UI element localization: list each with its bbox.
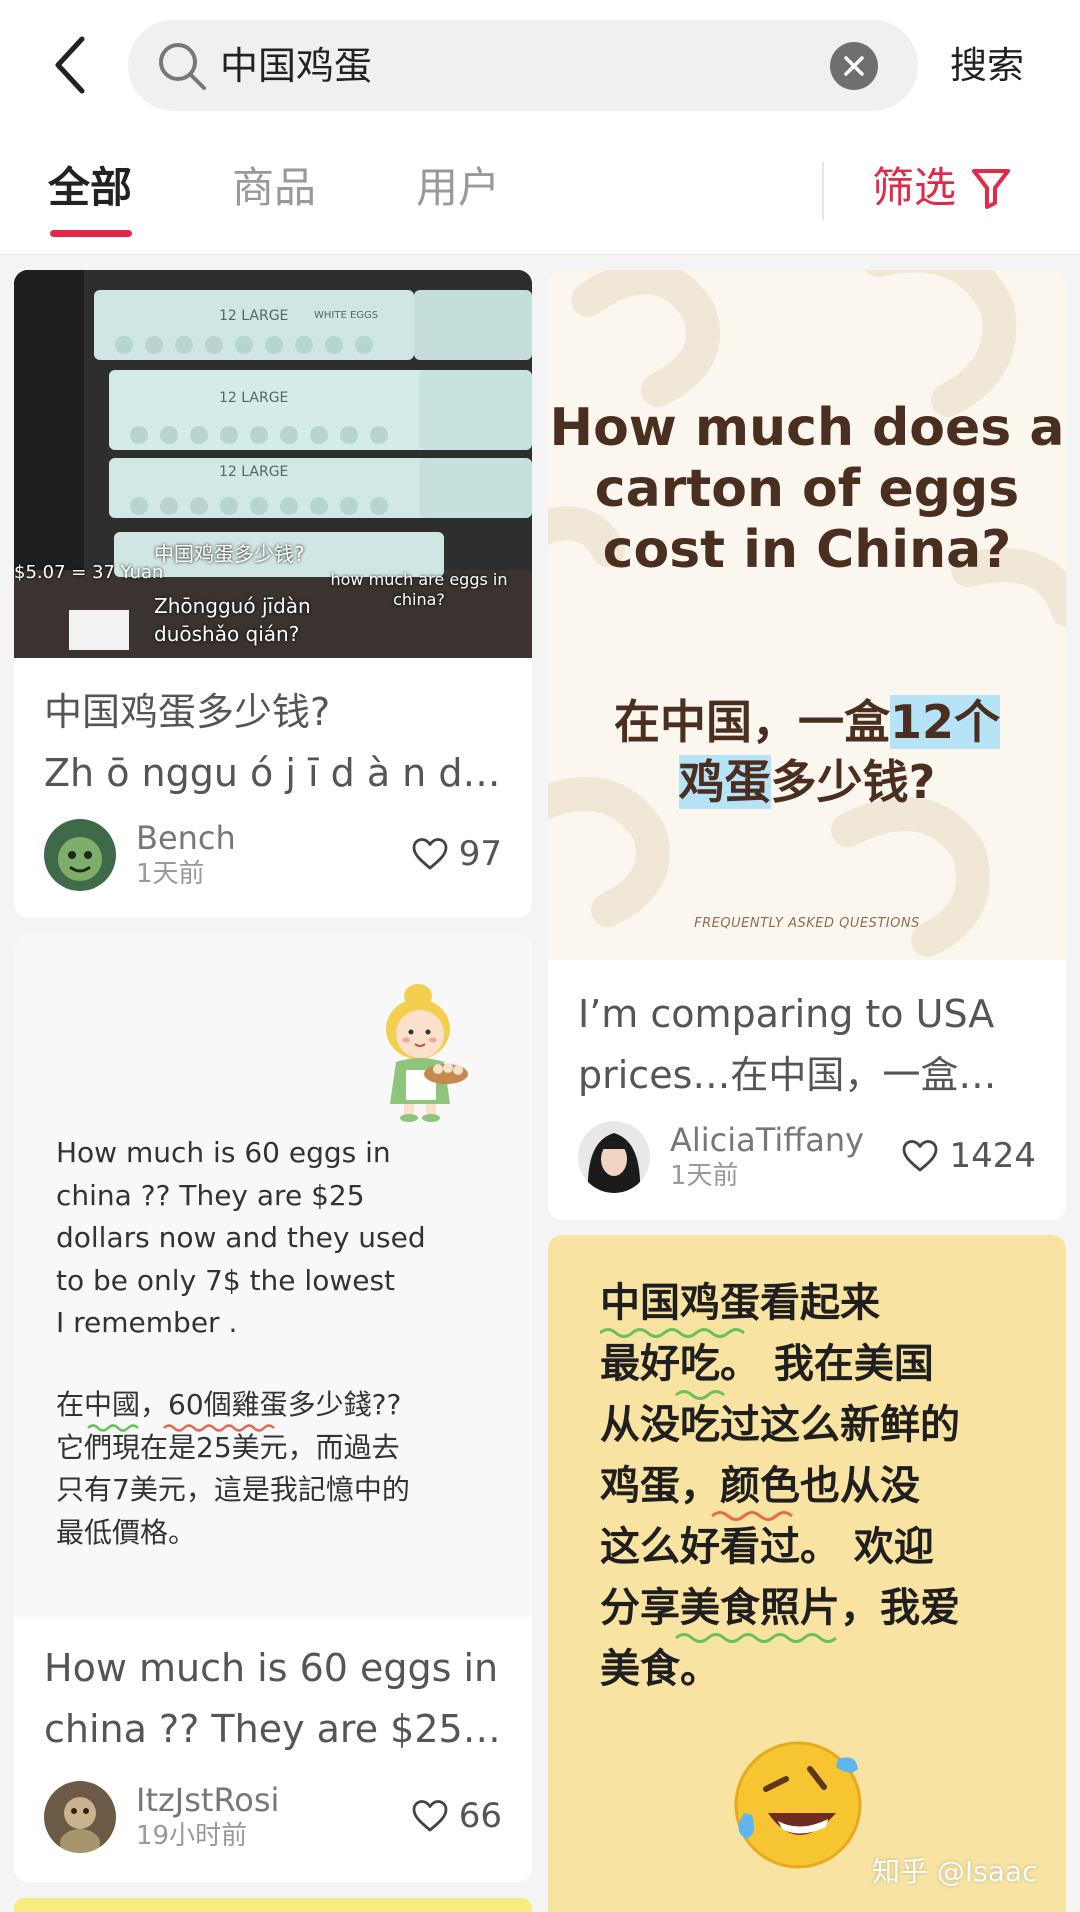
avatar — [44, 819, 116, 891]
rolling-laughing-emoji-icon — [734, 1741, 862, 1869]
author-name: ItzJstRosi — [136, 1781, 280, 1819]
tab-products[interactable]: 商品 — [232, 158, 316, 218]
text-post-body-cn: 在中國，60個雞蛋多少錢?? 它們現在是25美元，而過去 只有7美元，這是我記憶… — [56, 1388, 410, 1549]
author-name: Bench — [136, 819, 236, 857]
post-time: 1天前 — [136, 859, 205, 889]
search-button[interactable]: 搜索 — [950, 38, 1024, 94]
post-author[interactable]: Bench 1天前 — [44, 819, 236, 891]
search-input[interactable]: 中国鸡蛋 — [128, 20, 918, 111]
filter-label: 筛选 — [872, 163, 957, 212]
tab-all[interactable]: 全部 — [48, 158, 132, 218]
filter-funnel-icon — [972, 169, 1011, 209]
post-author[interactable]: AliciaTiffany 1天前 — [578, 1121, 864, 1193]
spell-check-underlines — [87, 1424, 275, 1432]
text-post-body-en: How much is 60 eggs in china ?? They are… — [56, 1136, 426, 1339]
post-title-line: china ?? They are $25 d… — [44, 1707, 502, 1751]
search-icon — [159, 43, 206, 90]
question-mark-pattern — [548, 270, 1066, 957]
poster-headline-cn-part: 在中国，一盒 — [613, 695, 890, 749]
author-name: AliciaTiffany — [670, 1121, 865, 1159]
post-card[interactable]: How much is 60 eggs in china ?? They are… — [14, 934, 532, 1882]
heart-icon — [903, 1140, 938, 1172]
poster-headline-cn-highlight: 鸡蛋 — [678, 755, 771, 809]
post-time: 1天前 — [670, 1161, 739, 1191]
carton-label-text: 12 LARGE — [219, 390, 289, 406]
poster-headline-cn-highlight: 12个 — [889, 695, 1000, 749]
carton-label-text: 12 LARGE — [219, 464, 289, 480]
tab-users[interactable]: 用户 — [416, 158, 500, 218]
heart-icon — [412, 1800, 448, 1832]
girl-with-eggs-sticker — [386, 984, 468, 1122]
post-title-line: Zh ō nggu ó j ī d à n d… — [44, 751, 501, 795]
like-count: 1424 — [949, 1136, 1036, 1176]
poster-image: How much does a carton of eggs cost in C… — [548, 270, 1066, 960]
image-pinyin-2: duōshǎo qián? — [154, 622, 300, 646]
heart-icon — [412, 838, 448, 870]
poster-headline-cn: 在中国，一盒12个 鸡蛋多少钱? — [548, 692, 1066, 812]
clear-search-button[interactable] — [830, 42, 878, 90]
top-bar: 中国鸡蛋 搜索 — [0, 0, 1080, 128]
post-title: How much is 60 eggs in china ?? They are… — [44, 1638, 502, 1760]
post-author[interactable]: ItzJstRosi 19小时前 — [44, 1781, 279, 1853]
active-tab-indicator — [50, 230, 132, 237]
search-query[interactable]: 中国鸡蛋 — [220, 38, 372, 94]
image-question-cn: 中国鸡蛋多少钱? — [154, 542, 305, 566]
carton-label-text: 12 LARGE — [219, 308, 289, 324]
watermark: 知乎 @Isaac — [872, 1855, 1038, 1888]
post-title-line: How much is 60 eggs in — [44, 1646, 499, 1690]
back-arrow-icon — [55, 36, 85, 94]
post-title-line: prices…在中国，一盒… — [578, 1053, 997, 1097]
filter-button[interactable]: 筛选 — [872, 158, 1012, 218]
text-post-image: How much is 60 eggs in china ?? They are… — [14, 934, 532, 1617]
tab-divider — [822, 162, 824, 220]
post-title-line: I’m comparing to USA — [578, 992, 995, 1036]
post-title: I’m comparing to USA prices…在中国，一盒… — [578, 984, 1036, 1106]
poster-headline-en: How much does a carton of eggs cost in C… — [549, 398, 1065, 580]
next-card-peek — [14, 1898, 532, 1912]
post-title: 中国鸡蛋多少钱? Zh ō nggu ó j ī d à n d… — [44, 682, 502, 804]
close-icon — [844, 56, 864, 76]
back-button[interactable] — [40, 30, 100, 100]
spell-check-underlines — [600, 1328, 837, 1643]
poster-footer: FREQUENTLY ASKED QUESTIONS — [694, 916, 920, 931]
carton-sub-text: WHITE EGGS — [314, 310, 379, 321]
avatar — [44, 1781, 116, 1853]
post-card[interactable]: 中国鸡蛋看起来 最好吃。 我在美国 从没吃过这么新鲜的 鸡蛋，颜色也从没 这么好… — [548, 1235, 1066, 1912]
post-title-line: 中国鸡蛋多少钱? — [44, 690, 331, 734]
avatar — [578, 1121, 650, 1193]
tab-bar: 全部 商品 用户 筛选 — [0, 128, 1080, 255]
image-price-text: $5.07 = 37 Yuan — [14, 562, 164, 583]
like-button[interactable]: 66 — [411, 1796, 502, 1836]
poster-headline-cn-part: 多少钱? — [770, 755, 936, 809]
image-pinyin-1: Zhōngguó jīdàn — [154, 594, 311, 618]
like-button[interactable]: 97 — [411, 834, 502, 874]
image-question-en: how much are eggs in china? — [330, 570, 508, 609]
like-count: 97 — [458, 834, 502, 874]
post-time: 19小时前 — [136, 1821, 248, 1851]
like-count: 66 — [458, 1796, 502, 1836]
post-card[interactable]: 12 LARGE 12 LARGE 12 LARGE WHITE EGGS 中国… — [14, 270, 532, 918]
like-button[interactable]: 1424 — [901, 1136, 1036, 1176]
egg-carton-photo: 12 LARGE 12 LARGE 12 LARGE WHITE EGGS 中国… — [14, 270, 532, 658]
post-card[interactable]: How much does a carton of eggs cost in C… — [548, 270, 1066, 1220]
